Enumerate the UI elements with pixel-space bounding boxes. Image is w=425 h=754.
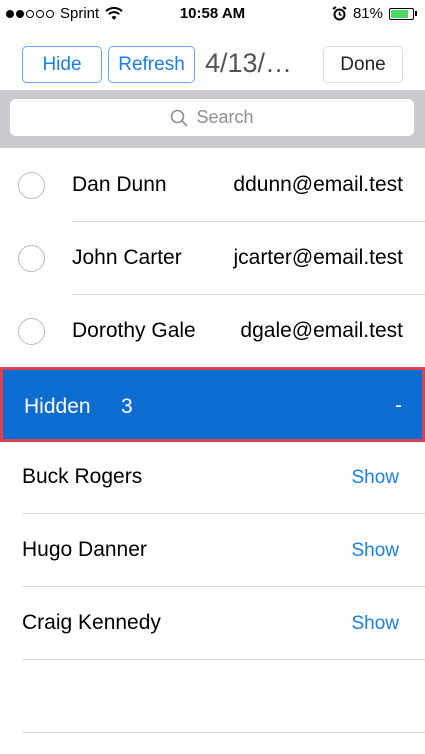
hidden-contact-row: Hugo Danner Show	[0, 514, 425, 587]
row-divider	[22, 659, 425, 660]
hide-button[interactable]: Hide	[22, 46, 102, 83]
contact-name: John Carter	[72, 246, 182, 269]
done-button[interactable]: Done	[323, 46, 403, 83]
hidden-count: 3	[121, 395, 133, 418]
search-bar: Search	[0, 90, 425, 148]
select-radio[interactable]	[18, 172, 45, 199]
toolbar: Hide Refresh 4/13/… Done	[0, 38, 425, 90]
contact-name: Craig Kennedy	[22, 611, 161, 634]
hidden-section-header[interactable]: Hidden 3 -	[0, 367, 425, 442]
contact-email: dgale@email.test	[240, 319, 403, 342]
alarm-icon	[332, 6, 347, 21]
contact-email: jcarter@email.test	[233, 246, 403, 269]
contact-row[interactable]: John Carter jcarter@email.test	[0, 222, 425, 295]
select-radio[interactable]	[18, 245, 45, 272]
collapse-toggle[interactable]: -	[395, 394, 402, 418]
show-button[interactable]: Show	[351, 540, 399, 562]
show-button[interactable]: Show	[351, 467, 399, 489]
search-input[interactable]: Search	[10, 99, 414, 136]
search-icon	[171, 109, 189, 127]
status-bar: Sprint 10:58 AM 81%	[0, 0, 425, 30]
contact-name: Dorothy Gale	[72, 319, 196, 342]
contact-row[interactable]: Dan Dunn ddunn@email.test	[0, 149, 425, 222]
show-button[interactable]: Show	[351, 613, 399, 635]
contact-name: Hugo Danner	[22, 538, 147, 561]
row-divider	[22, 732, 425, 733]
page-title: 4/13/…	[205, 48, 293, 78]
battery-icon	[389, 7, 417, 20]
contact-name: Dan Dunn	[72, 173, 167, 196]
contact-email: ddunn@email.test	[233, 173, 403, 196]
search-placeholder: Search	[196, 107, 254, 127]
select-radio[interactable]	[18, 318, 45, 345]
battery-percent: 81%	[352, 5, 383, 22]
hidden-contact-row: Buck Rogers Show	[0, 441, 425, 514]
contact-row[interactable]: Dorothy Gale dgale@email.test	[0, 295, 425, 368]
hidden-contact-row: Craig Kennedy Show	[0, 587, 425, 660]
refresh-button[interactable]: Refresh	[108, 46, 195, 83]
status-right: 81%	[332, 5, 417, 22]
contact-name: Buck Rogers	[22, 465, 143, 488]
hidden-section-label: Hidden	[24, 395, 91, 418]
